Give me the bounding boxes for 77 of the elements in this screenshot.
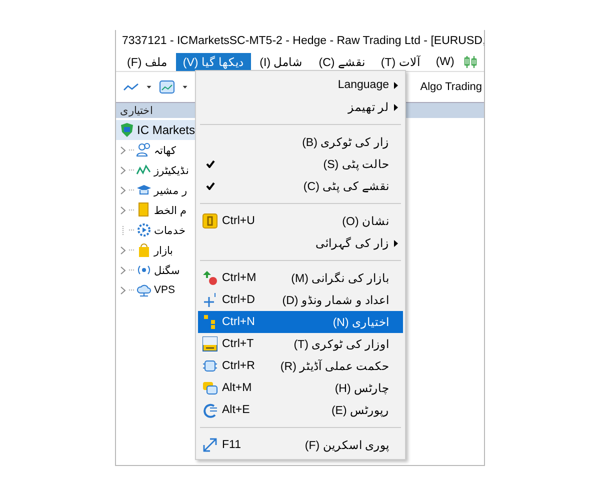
menu-bar-item[interactable]: ملف (F) [120,52,174,70]
caret-icon [182,84,188,90]
menu-item-label: رپورٹس (E) [331,404,389,417]
algo-trading-button[interactable]: Algo Trading [420,81,482,93]
users-icon [136,142,152,158]
shopping-bag-icon [136,242,152,258]
navigator-title: اختیاری [120,104,153,117]
menu-item-label: نشان (O) [342,215,389,228]
gear-icon [136,222,152,238]
menu-bar-item[interactable]: دیکھا گیا (V) [176,52,251,70]
cloud-icon [136,282,152,298]
tree-item-label[interactable]: سگنل [154,264,180,276]
tree-connector-line [129,189,134,191]
chip-icon [202,358,218,374]
menu-item-label: اوزار کی ٹوکری (T) [294,338,389,351]
menu-item-label: اعداد و شمار ونڈو (D) [282,294,389,307]
shortcut-label: Alt+M [222,382,253,394]
tree-item-label[interactable]: م الخط [154,204,187,216]
tree-connector-line [129,269,134,271]
chevron-icon[interactable] [120,166,127,174]
caret-icon [146,84,152,90]
panel-icon [202,336,218,352]
menu-item[interactable]: نقشے کی پٹی (C) [198,175,403,197]
menu-item-label: پوری اسکرین (F) [304,439,389,452]
tree-connector-line [129,149,134,151]
menu-item-label: زار کی ٹوکری (B) [302,136,389,149]
chart-window-icon [158,79,176,95]
shortcut-label: Ctrl+R [222,360,256,372]
tree-item-label[interactable]: نڈیکیٹرز [154,164,189,176]
menu-item-label: نقشے کی پٹی (C) [303,180,389,193]
tree-item-label: IC Markets [137,123,196,137]
shortcut-label: Alt+E [222,404,251,416]
chevron-icon[interactable] [120,206,127,214]
chevron-icon[interactable] [120,286,127,294]
shortcut-label: Ctrl+T [222,338,255,350]
menu-bar-item[interactable]: نقشے (C) [312,52,372,70]
chevron-icon[interactable] [120,266,127,274]
menu-item-label: لر تهیمز [348,101,389,114]
shortcut-label: Ctrl+D [222,294,256,306]
chat-icon [202,380,218,396]
tree-connector-line [129,249,134,251]
chevron-icon[interactable] [120,146,127,154]
shortcut-label: Ctrl+N [222,316,256,328]
shortcut-label: Ctrl+U [222,215,256,227]
menu-item[interactable]: لر تهیمز [198,96,403,118]
menu-item-label: اختیاری (N) [332,316,389,329]
menu-item-label: بازار کی نگرانی (M) [291,271,389,285]
tree-item-label[interactable]: خدمات [154,224,186,236]
menu-bar-item[interactable]: شامل (I) [252,52,310,70]
tree-item-label[interactable]: VPS [154,284,176,296]
chevron-icon[interactable] [120,186,127,194]
hierarchy-icon [202,314,218,330]
ic-markets-logo-icon [119,122,135,138]
menu-item-label: چارٹس (H) [334,382,389,395]
expand-icon [202,437,218,453]
arrows-icon [202,270,218,286]
tree-connector-line [129,229,134,231]
candlestick-icon [463,54,480,70]
crosshair-icon [202,292,218,308]
menu-bar-item[interactable]: آلات (T) [374,52,427,70]
tree-connector-line [129,289,134,291]
menu-item[interactable]: زار کی گہرائی [198,232,403,254]
menu-item[interactable]: حالت پٹی (S) [198,153,403,175]
menu-item-label: حکمت عملی آڈیٹر (R) [280,359,389,373]
menu-bar-item[interactable]: (W) [428,54,462,70]
shortcut-label: Ctrl+M [222,272,258,284]
chevron-icon[interactable] [120,246,127,254]
tree-item-label[interactable]: کھاتہ [154,144,176,156]
menu-item-label: حالت پٹی (S) [323,158,389,171]
tree-item-label[interactable]: ر مشیر [154,184,187,196]
menu-item-label: زار کی گہرائی [316,236,389,250]
tree-connector-line [129,169,134,171]
tree-item-label[interactable]: بازار [154,244,173,256]
menu-item-label: Language [338,79,389,91]
menu-item[interactable]: Language [198,74,403,96]
tree-connector-line [129,209,134,211]
shortcut-label: F11 [222,439,242,451]
